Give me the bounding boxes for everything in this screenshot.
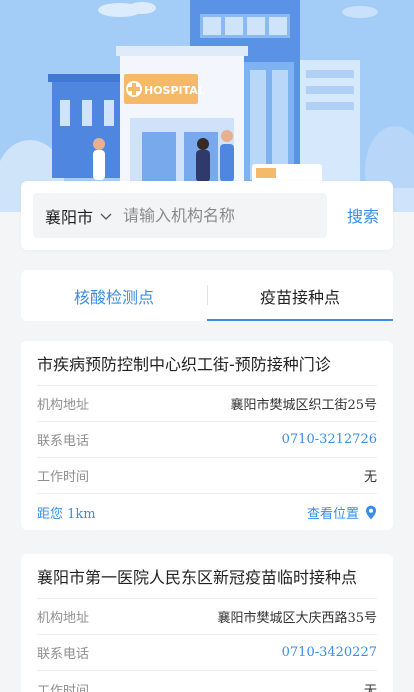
location-pin-icon [366, 505, 376, 519]
city-label: 襄阳市 [45, 207, 94, 227]
tab-nucleic-acid-testing[interactable]: 核酸检测点 [21, 270, 207, 321]
phone-row: 联系电话 0710-3212726 [37, 422, 377, 458]
search-button[interactable]: 搜索 [347, 203, 379, 227]
view-location-button[interactable]: 查看位置 [307, 503, 377, 522]
address-row: 机构地址 襄阳市樊城区织工街25号 [37, 386, 377, 422]
chevron-down-icon [99, 209, 113, 223]
distance-text: 距您 1km [37, 506, 96, 522]
phone-link[interactable]: 0710-3212726 [282, 432, 377, 447]
hospital-sign-text: HOSPITAL [144, 84, 205, 97]
site-name: 市疾病预防控制中心织工街-预防接种门诊 [37, 341, 377, 386]
city-selector[interactable]: 襄阳市 [45, 204, 119, 228]
address-value: 襄阳市樊城区织工街25号 [230, 398, 377, 413]
tab-vaccination[interactable]: 疫苗接种点 [207, 270, 393, 321]
hours-label: 工作时间 [37, 683, 90, 692]
phone-label: 联系电话 [37, 647, 90, 662]
site-name: 襄阳市第一医院人民东区新冠疫苗临时接种点 [37, 554, 377, 599]
search-box: 襄阳市 [33, 193, 327, 238]
address-value: 襄阳市樊城区大庆西路35号 [217, 611, 377, 626]
distance-row: 距您 1km 查看位置 [37, 494, 377, 530]
site-card[interactable]: 市疾病预防控制中心织工街-预防接种门诊 机构地址 襄阳市樊城区织工街25号 联系… [21, 341, 393, 530]
address-row: 机构地址 襄阳市樊城区大庆西路35号 [37, 599, 377, 635]
view-location-label: 查看位置 [306, 506, 359, 522]
hours-row: 工作时间 无 [37, 671, 377, 692]
hours-label: 工作时间 [37, 470, 90, 485]
hours-value: 无 [363, 683, 377, 692]
address-label: 机构地址 [37, 611, 90, 626]
address-label: 机构地址 [37, 398, 90, 413]
site-card[interactable]: 襄阳市第一医院人民东区新冠疫苗临时接种点 机构地址 襄阳市樊城区大庆西路35号 … [21, 554, 393, 692]
search-card: 襄阳市 搜索 [21, 181, 393, 250]
site-type-tabs: 核酸检测点 疫苗接种点 [21, 270, 393, 321]
phone-label: 联系电话 [37, 434, 90, 449]
search-input[interactable] [123, 206, 314, 225]
phone-link[interactable]: 0710-3420227 [282, 645, 377, 660]
hours-row: 工作时间 无 [37, 458, 377, 494]
hours-value: 无 [363, 470, 377, 485]
tab-divider [207, 285, 208, 305]
phone-row: 联系电话 0710-3420227 [37, 635, 377, 671]
